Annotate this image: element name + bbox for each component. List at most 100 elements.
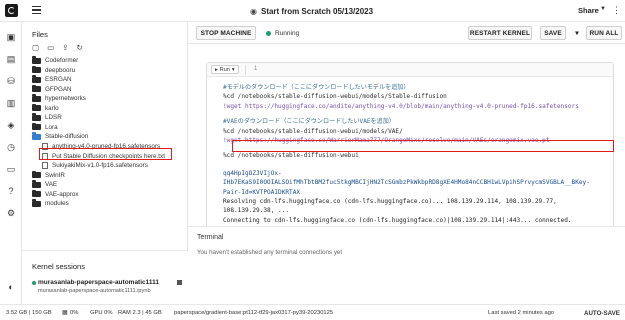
folder-icon: [32, 189, 41, 198]
terminal-empty-message: You haven't established any terminal con…: [197, 249, 343, 256]
folder-open-icon: [32, 132, 41, 140]
output-line: Connecting to cdn-lfs.huggingface.co (cd…: [223, 216, 572, 224]
new-folder-icon[interactable]: ▭: [47, 43, 54, 52]
divider: [245, 65, 246, 75]
folder-icon: [32, 94, 41, 102]
kernel-name[interactable]: murasanlab-paperspace-automatic1111: [38, 279, 159, 286]
folder-icon: [32, 180, 41, 188]
tree-item-label: LDSR: [45, 114, 62, 122]
folder-icon: [32, 103, 41, 112]
kernel-notebook: murasanlab-paperspace-automatic1111.ipyn…: [38, 288, 151, 294]
wget-line-highlight: [232, 140, 614, 152]
top-bar: ◉ Start from Scratch 05/13/2023 Share ▼ …: [0, 0, 625, 22]
file-item[interactable]: SukiyakiMix-v1.0-fp16.safetensors: [42, 161, 148, 170]
folder-item[interactable]: SwinIR: [32, 170, 65, 180]
output-line: qq4HpIgOZJVIjOx-: [223, 169, 282, 177]
notebook-icon: ◉: [250, 6, 257, 16]
folder-item[interactable]: modules: [32, 199, 69, 208]
files-panel-title: Files: [32, 30, 48, 39]
code-line: %cd /notebooks/stable-diffusion-webui: [223, 152, 359, 160]
menu-icon[interactable]: [32, 6, 41, 15]
save-chevron-icon[interactable]: ▾: [573, 26, 581, 40]
chevron-down-icon[interactable]: ▼: [600, 6, 606, 12]
gpu-usage: GPU 0%: [90, 310, 113, 316]
notebook-title-area[interactable]: ◉ Start from Scratch 05/13/2023: [250, 5, 373, 17]
folder-item[interactable]: VAE: [32, 180, 57, 189]
output-line: Pair-Id=KVTPOAIDKRTAX: [223, 188, 301, 196]
folder-item[interactable]: Lora: [32, 122, 58, 132]
folder-item[interactable]: Stable-diffusion: [32, 132, 88, 141]
gradient-logo-icon[interactable]: [5, 4, 18, 17]
folder-icon: [32, 65, 41, 74]
help-rail-icon[interactable]: ?: [6, 186, 16, 196]
file-icon: [42, 162, 48, 170]
data-rail-icon[interactable]: ⛁: [6, 76, 16, 86]
terminal-rail-icon[interactable]: ▭: [6, 164, 16, 174]
more-options-icon[interactable]: ⋮: [612, 5, 621, 16]
tree-item-label: SwinIR: [45, 171, 65, 179]
tree-item-label: deepbooru: [45, 66, 76, 74]
play-icon: ▸: [215, 66, 218, 73]
output-line: Resolving cdn-lfs.huggingface.co (cdn-lf…: [223, 198, 557, 206]
ram-usage: RAM 2.3 | 45 GB: [118, 310, 162, 316]
files-rail-icon[interactable]: ▤: [6, 54, 16, 64]
upload-icon[interactable]: ⇪: [62, 43, 68, 52]
code-line: #VAEのダウンロード（ここにダウンロードしたいVAEを追加）: [223, 118, 395, 126]
code-line: %cd /notebooks/stable-diffusion-webui/mo…: [223, 93, 447, 101]
tree-item-label: GFPGAN: [45, 85, 72, 93]
metrics-rail-icon[interactable]: ▥: [6, 98, 16, 108]
save-button[interactable]: SAVE: [540, 26, 566, 40]
new-file-icon[interactable]: ▢: [32, 43, 39, 52]
terminal-panel: Terminal You haven't established any ter…: [188, 226, 625, 304]
share-button[interactable]: Share: [578, 6, 599, 15]
cell-header: ▸ Run ▾ 1: [207, 63, 613, 77]
terminal-title: Terminal: [197, 234, 224, 241]
notebook-rail-icon[interactable]: ▣: [6, 32, 16, 42]
restart-kernel-button[interactable]: RESTART KERNEL: [468, 26, 532, 40]
cell-output: qq4HpIgOZJVIjOx- IHb7EKaS9I0OOIALSOifMhTb…: [223, 169, 613, 225]
tree-item-label: hypernetworks: [45, 95, 86, 103]
tree-item-label: karlo: [45, 104, 59, 112]
folder-icon: [32, 199, 41, 207]
machine-status: Running: [266, 30, 299, 37]
output-line: IHb7EKaS9I0OOIALSOifMhTbtBM2fuc5tkgMBCIj…: [223, 179, 590, 187]
refresh-icon[interactable]: ↻: [76, 43, 82, 52]
run-cell-button[interactable]: ▸ Run ▾: [211, 65, 239, 74]
folder-icon: [32, 122, 41, 131]
running-status-icon: [266, 31, 271, 36]
folder-item[interactable]: hypernetworks: [32, 94, 86, 103]
feedback-rail-icon[interactable]: ◐: [6, 282, 16, 292]
history-rail-icon[interactable]: ◷: [6, 142, 16, 152]
run-cell-label: Run: [219, 66, 230, 73]
settings-rail-icon[interactable]: ⚙: [6, 208, 16, 218]
tree-item-label: ESRGAN: [45, 76, 72, 84]
files-toolbar: ▢ ▭ ⇪ ↻: [32, 43, 83, 52]
folder-item[interactable]: GFPGAN: [32, 84, 72, 94]
cpu-icon: ▦: [62, 310, 68, 316]
notebook-title[interactable]: Start from Scratch 05/13/2023: [261, 7, 373, 16]
code-line: %cd /notebooks/stable-diffusion-webui/mo…: [223, 127, 403, 135]
last-saved: Last saved 2 minutes ago: [488, 310, 555, 316]
code-line: #モデルのダウンロード（ここにダウンロードしたいモデルを追加）: [223, 84, 410, 91]
folder-icon: [32, 84, 41, 93]
cell-number: 1: [254, 66, 258, 72]
folder-item[interactable]: karlo: [32, 103, 59, 113]
chevron-down-icon: ▾: [231, 66, 235, 73]
folder-icon: [32, 56, 41, 64]
autosave-toggle[interactable]: AUTO-SAVE: [584, 310, 620, 317]
kernel-status-icon: [32, 281, 36, 285]
folder-item[interactable]: VAE-approx: [32, 189, 79, 199]
folder-item[interactable]: Codeformer: [32, 56, 78, 65]
tree-item-label: VAE-approx: [45, 190, 79, 198]
stop-kernel-icon[interactable]: [177, 280, 182, 285]
folder-item[interactable]: deepbooru: [32, 65, 76, 75]
run-all-button[interactable]: RUN ALL: [586, 26, 622, 40]
output-line: 108.139.29.38, ...: [223, 207, 290, 215]
folder-item[interactable]: ESRGAN: [32, 75, 72, 84]
tree-item-label: modules: [45, 200, 69, 208]
stop-machine-button[interactable]: STOP MACHINE: [196, 26, 256, 40]
folder-icon: [32, 170, 41, 179]
folder-item[interactable]: LDSR: [32, 113, 62, 122]
kernel-rail-icon[interactable]: ◈: [6, 120, 16, 130]
tree-item-label: VAE: [45, 181, 58, 189]
